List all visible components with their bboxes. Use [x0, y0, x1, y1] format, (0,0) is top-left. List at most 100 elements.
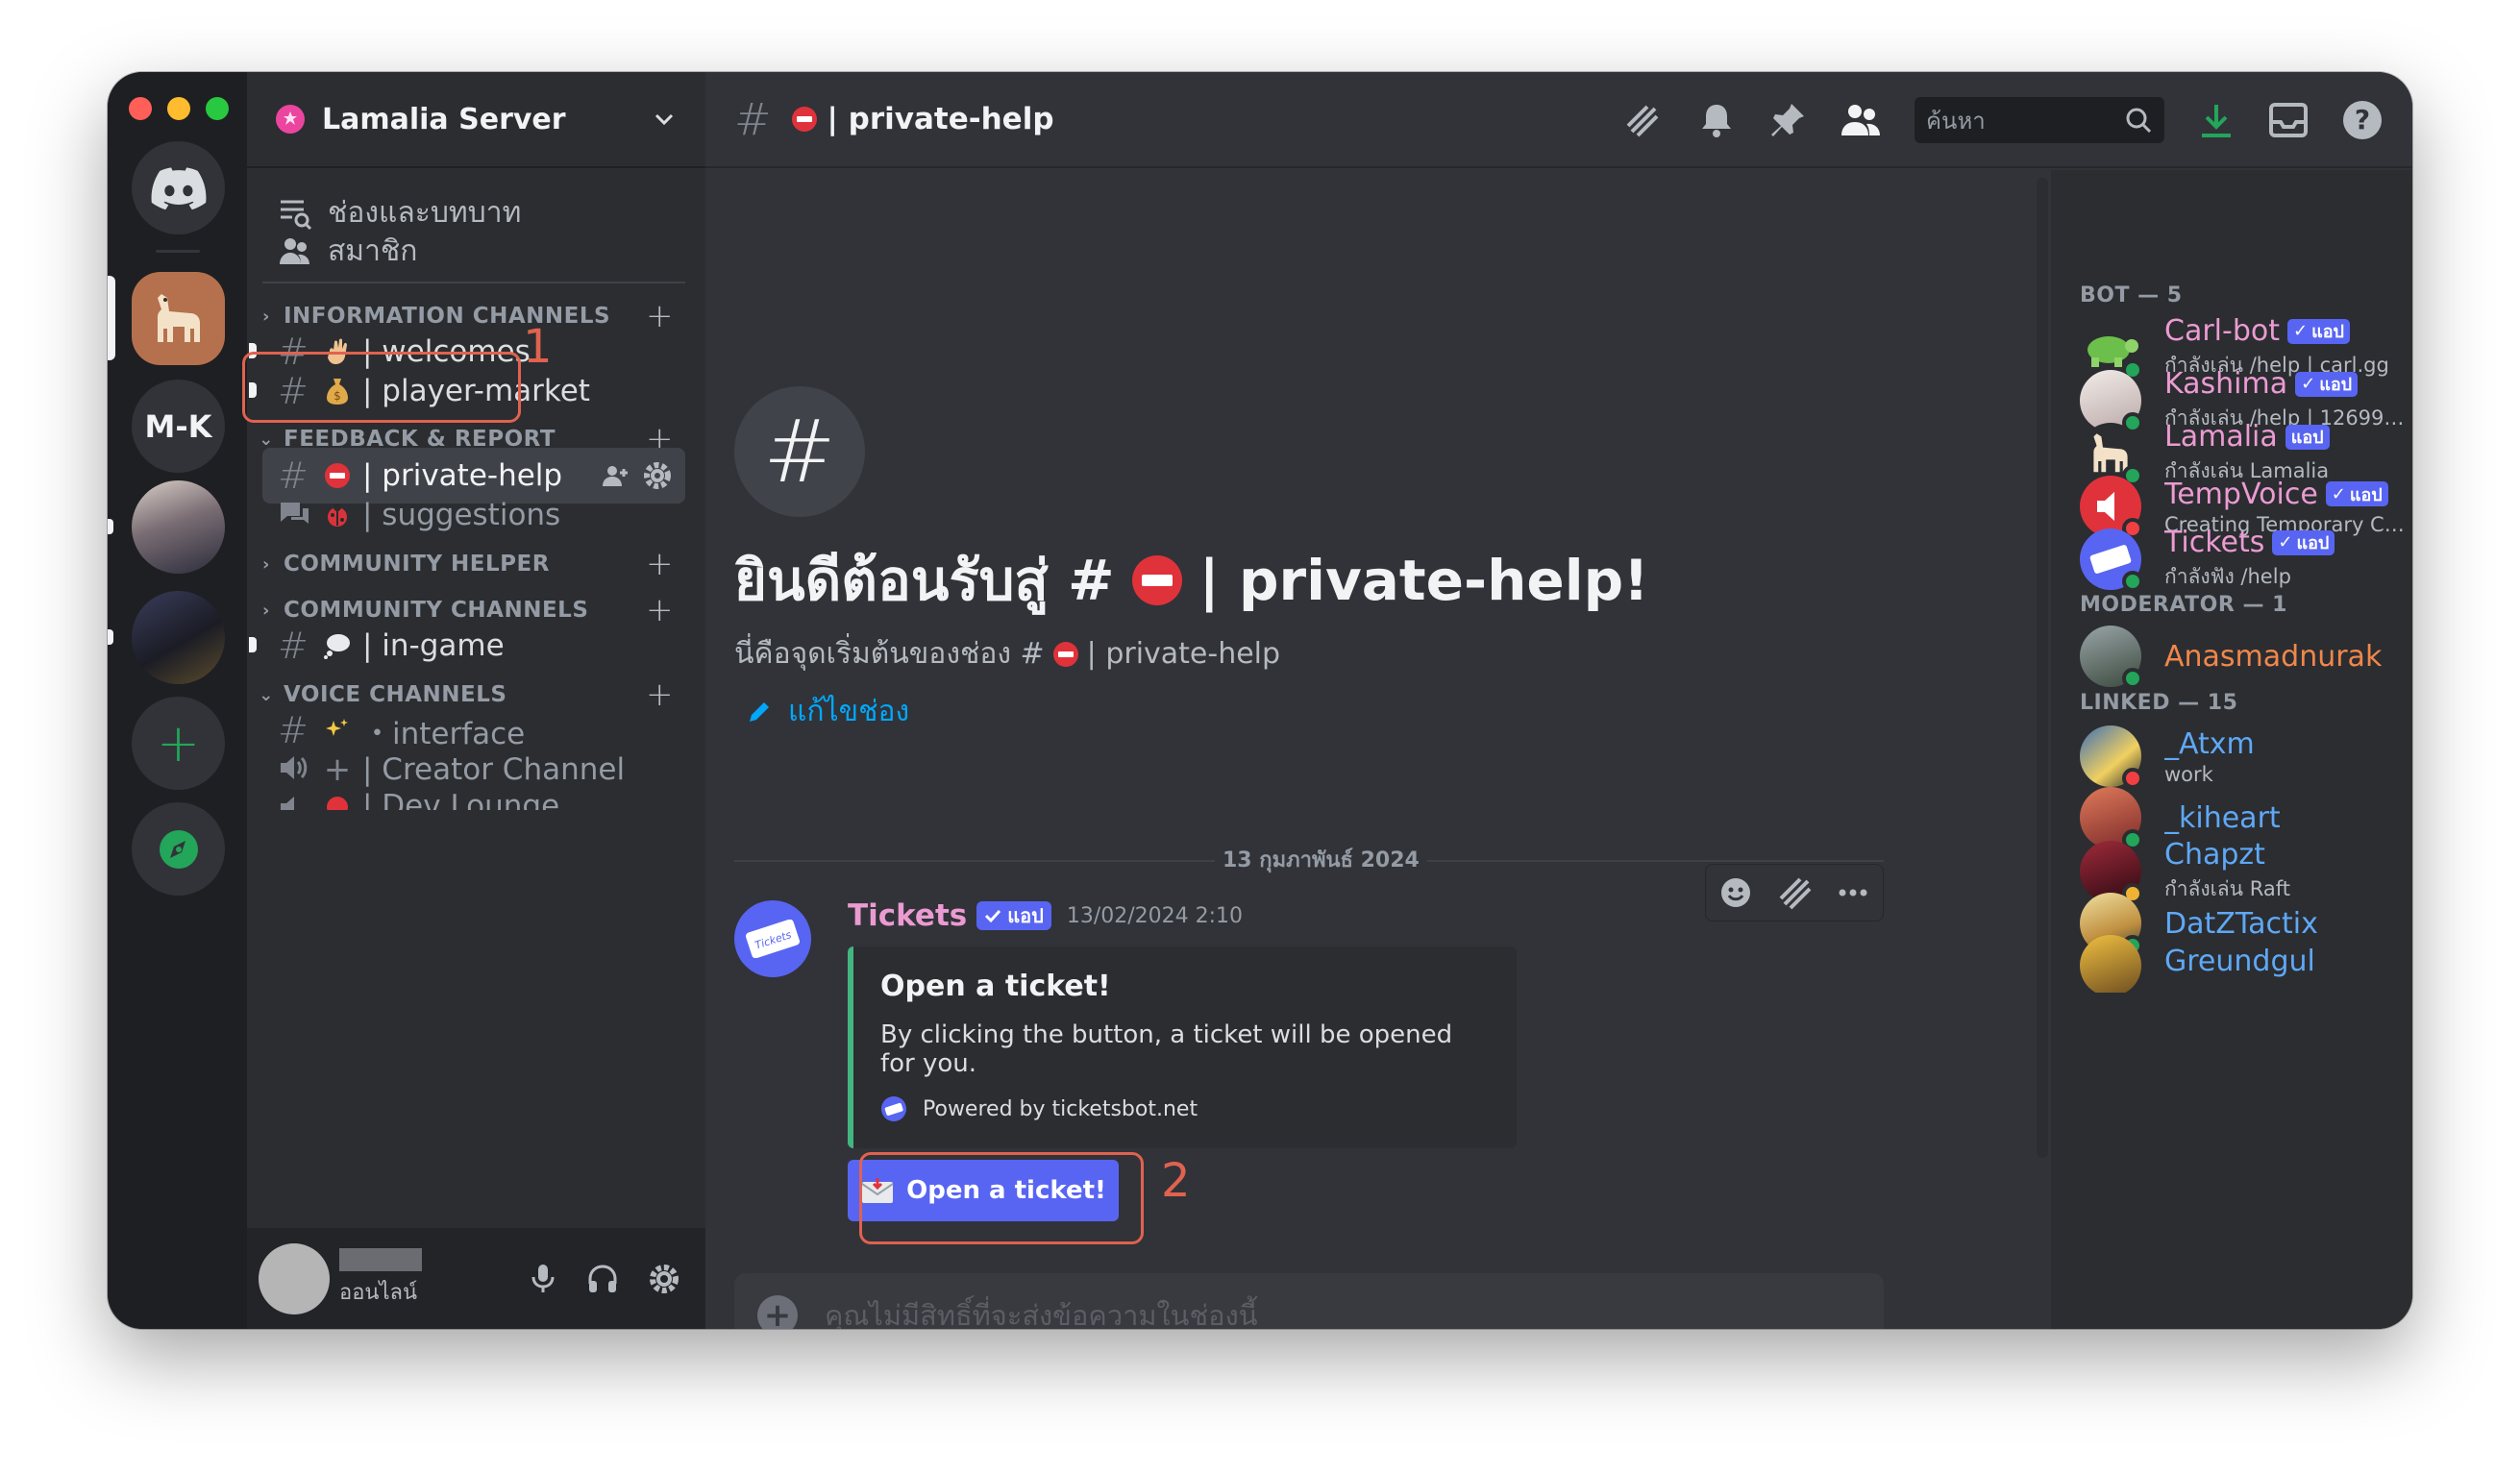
channel-sidebar: Lamalia Server ช่องและบทบาท สมาชิก › INF… [247, 72, 705, 1329]
member-name: Chapzt [2164, 838, 2265, 872]
chevron-down-icon: ⌄ [259, 429, 274, 450]
add-server-button[interactable]: + [132, 697, 225, 790]
app-badge: ✓ แอป [2325, 481, 2388, 506]
user-settings-gear-icon[interactable] [648, 1263, 680, 1295]
message-timestamp: 13/02/2024 2:10 [1066, 903, 1244, 928]
annotation-highlight-category [242, 352, 521, 423]
invite-member-icon[interactable] [601, 461, 630, 490]
app-badge-label: แอป [2296, 533, 2330, 553]
member-tickets[interactable]: Tickets ✓ แอป กำลังฟัง /help [2080, 521, 2407, 598]
user-panel: ออนไลน์ [247, 1228, 705, 1329]
unread-indicator [108, 519, 113, 534]
member-group-bot: BOT — 5 [2080, 283, 2183, 307]
tickets-footer-icon [881, 1096, 906, 1121]
category-community-helper[interactable]: › COMMUNITY HELPER + [255, 545, 685, 583]
app-badge: ✓ แอป [2287, 318, 2350, 344]
help-icon[interactable]: ? [2341, 99, 2384, 141]
embed-description: By clicking the button, a ticket will be… [880, 1020, 1453, 1078]
app-badge: ✓ แอป [2295, 371, 2359, 397]
tickets-bot-avatar[interactable]: Tickets [734, 900, 811, 977]
server-icon-anime-2[interactable] [132, 591, 225, 684]
window-minimize-button[interactable] [167, 97, 190, 120]
headphones-icon[interactable] [586, 1263, 619, 1295]
discord-window: M-K + Lamalia Server ช่องและบทบาท สมาชิก… [108, 72, 2412, 1329]
verified-check-icon: ✓ [2331, 483, 2346, 504]
member-name: _kiheart [2164, 800, 2281, 835]
user-info[interactable]: ออนไลน์ [339, 1248, 422, 1309]
channel-dev-lounge[interactable]: | Dev Lounge [262, 781, 685, 810]
no-entry-icon [1052, 641, 1078, 667]
microphone-icon[interactable] [529, 1263, 557, 1295]
search-input[interactable]: ค้นหา [1915, 97, 2164, 143]
channel-name: | in-game [362, 628, 505, 663]
member-avatar [2080, 935, 2141, 993]
edit-channel-link[interactable]: แก้ไขช่อง [746, 689, 909, 734]
composer-placeholder: คุณไม่มีสิทธิ์ที่จะส่งข้อความในช่องนี้ [825, 1299, 1258, 1329]
channel-hashtag-icon: # [734, 386, 865, 517]
edit-channel-label: แก้ไขช่อง [788, 695, 910, 728]
threads-icon[interactable] [1622, 101, 1665, 139]
member-avatar [2080, 725, 2143, 789]
user-avatar[interactable] [259, 1242, 330, 1314]
chat-scrollbar[interactable] [2037, 178, 2048, 1158]
server-icon-lamalia[interactable] [132, 272, 225, 365]
add-channel-plus-icon[interactable]: + [646, 545, 674, 583]
add-reaction-icon[interactable] [1717, 873, 1755, 912]
member-anasmadnurak[interactable]: Anasmadnurak [2080, 618, 2407, 695]
window-zoom-button[interactable] [206, 97, 229, 120]
date-divider-label: 13 กุมภาพันธ์ 2024 [1215, 843, 1427, 876]
gear-icon[interactable] [643, 461, 672, 490]
message-composer[interactable]: + คุณไม่มีสิทธิ์ที่จะส่งข้อความในช่องนี้ [734, 1273, 1884, 1329]
message-embed: Open a ticket! By clicking the button, a… [848, 946, 1517, 1148]
category-label: COMMUNITY HELPER [284, 552, 550, 577]
member-list-icon[interactable] [1840, 101, 1882, 139]
active-server-indicator [108, 276, 115, 360]
server-icon-anime-1[interactable] [132, 480, 225, 574]
llama-icon [157, 293, 200, 342]
download-icon[interactable] [2197, 101, 2236, 139]
pin-icon[interactable] [1768, 101, 1807, 139]
welcome-subtitle-prefix: นี่คือจุดเริ่มต้นของช่อง # [734, 637, 1045, 671]
server-icon-mk[interactable]: M-K [132, 380, 225, 473]
server-header[interactable]: Lamalia Server [247, 72, 705, 168]
welcome-subtitle-suffix: | private-help [1086, 637, 1281, 671]
annotation-number-2: 2 [1161, 1154, 1191, 1208]
member-name: Anasmadnurak [2164, 639, 2383, 674]
explore-servers-button[interactable] [132, 802, 225, 896]
embed-footer: Powered by ticketsbot.net [880, 1095, 1490, 1122]
create-thread-icon[interactable] [1775, 873, 1814, 912]
message-author[interactable]: Tickets [848, 898, 967, 933]
app-badge-label: แอป [2319, 375, 2353, 395]
server-rail: M-K + [108, 72, 247, 1329]
forum-icon [278, 494, 320, 536]
annotation-number-1: 1 [523, 320, 553, 374]
inbox-icon[interactable] [2268, 101, 2309, 139]
member-name: Greundgul [2164, 945, 2315, 978]
main-panel: # | private-help ค้นหา ? # ยินดีต้อนรับส… [705, 72, 2412, 1329]
window-close-button[interactable] [129, 97, 152, 120]
hashtag-icon: # [734, 93, 772, 145]
speaker-icon [278, 789, 320, 810]
app-badge-label: แอป [2311, 322, 2344, 342]
member-activity: กำลังฟัง /help [2164, 565, 2291, 588]
channel-header: # | private-help ค้นหา ? [705, 72, 2412, 168]
more-options-icon[interactable] [1834, 873, 1872, 912]
app-badge-label: แอป [1007, 904, 1044, 927]
attach-plus-icon[interactable]: + [757, 1295, 798, 1329]
user-status: ออนไลน์ [339, 1281, 418, 1305]
message-header: Tickets แอป 13/02/2024 2:10 [848, 898, 1243, 933]
channel-suggestions[interactable]: | suggestions [262, 487, 685, 543]
channel-in-game[interactable]: # | in-game [249, 618, 685, 674]
nav-members[interactable]: สมาชิก [276, 224, 417, 278]
member-name: Carl-bot [2164, 314, 2280, 348]
discord-home-button[interactable] [132, 141, 225, 234]
member-avatar [2080, 528, 2143, 592]
welcome-subtitle: นี่คือจุดเริ่มต้นของช่อง # | private-hel… [734, 631, 1280, 676]
member-greundgul[interactable]: Greundgul [2080, 935, 2407, 993]
bell-icon[interactable] [1697, 101, 1736, 139]
sidebar-divider [262, 282, 685, 283]
discord-logo-icon [151, 166, 206, 209]
compass-icon [159, 829, 198, 869]
channel-name: | Dev Lounge [362, 789, 560, 810]
nav-members-label: สมาชิก [328, 233, 418, 268]
